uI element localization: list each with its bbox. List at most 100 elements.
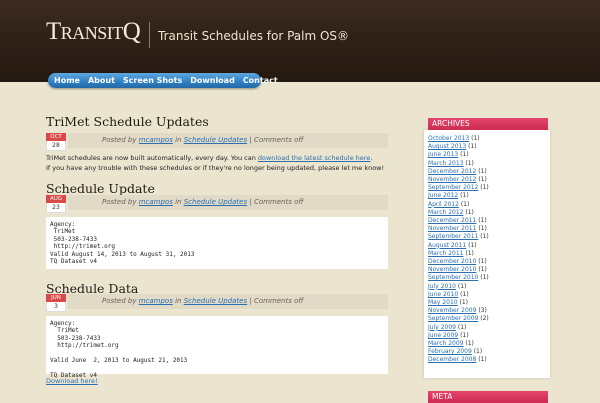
archive-month-link[interactable]: June 2009 xyxy=(428,332,458,339)
archive-month-link[interactable]: June 2010 xyxy=(428,291,458,298)
comments-status: Comments off xyxy=(253,198,304,206)
archive-item: April 2012 (1) xyxy=(428,201,548,209)
archive-month-link[interactable]: September 2009 xyxy=(428,315,478,322)
category-link[interactable]: Schedule Updates xyxy=(184,297,247,305)
archive-item: September 2012 (1) xyxy=(428,184,548,192)
archive-count: (1) xyxy=(460,290,469,298)
comments-status: Comments off xyxy=(253,297,304,305)
archive-month-link[interactable]: July 2009 xyxy=(428,324,456,331)
archive-month-link[interactable]: December 2011 xyxy=(428,217,476,224)
archive-count: (1) xyxy=(478,217,487,225)
nav-home[interactable]: Home xyxy=(54,76,80,85)
nav-about[interactable]: About xyxy=(88,76,115,85)
archive-count: (1) xyxy=(460,331,469,339)
post-title[interactable]: Schedule Update xyxy=(46,181,155,196)
archive-month-link[interactable]: April 2012 xyxy=(428,201,459,208)
archive-count: (1) xyxy=(478,167,487,175)
archive-item: December 2012 (1) xyxy=(428,168,548,176)
archive-item: August 2013 (1) xyxy=(428,143,548,151)
archive-item: June 2010 (1) xyxy=(428,291,548,299)
body-text: TriMet schedules are now built automatic… xyxy=(46,154,256,162)
site-tagline: Transit Schedules for Palm OS® xyxy=(158,29,350,43)
archives-heading: ARCHIVES xyxy=(428,118,548,130)
date-badge: JUN 3 xyxy=(46,294,66,312)
nav-contact[interactable]: Contact xyxy=(243,76,278,85)
archive-month-link[interactable]: November 2012 xyxy=(428,176,476,183)
archive-item: December 2011 (1) xyxy=(428,217,548,225)
archive-item: July 2010 (1) xyxy=(428,283,548,291)
archive-count: (1) xyxy=(471,135,480,142)
body-text: . xyxy=(370,154,373,162)
archive-month-link[interactable]: March 2011 xyxy=(428,250,463,257)
archive-month-link[interactable]: June 2013 xyxy=(428,151,458,158)
archive-month-link[interactable]: August 2011 xyxy=(428,242,466,249)
latest-schedule-link[interactable]: download the latest schedule here xyxy=(258,154,370,162)
archive-month-link[interactable]: November 2010 xyxy=(428,266,476,273)
archive-item: November 2009 (3) xyxy=(428,307,548,315)
archive-month-link[interactable]: May 2010 xyxy=(428,299,458,306)
archive-month-link[interactable]: March 2013 xyxy=(428,160,463,167)
post-title[interactable]: TriMet Schedule Updates xyxy=(46,114,209,129)
post-body-line: TriMet schedules are now built automatic… xyxy=(46,154,372,162)
author-link[interactable]: mcampos xyxy=(139,297,173,305)
nav-screen-shots[interactable]: Screen Shots xyxy=(123,76,182,85)
archive-count: (1) xyxy=(465,159,474,167)
archive-count: (1) xyxy=(480,274,489,282)
archive-month-link[interactable]: October 2013 xyxy=(428,135,469,142)
date-month: JUN xyxy=(46,294,66,302)
site-logo[interactable]: TransitQ xyxy=(46,18,141,46)
archive-month-link[interactable]: September 2010 xyxy=(428,274,478,281)
archive-item: December 2008 (1) xyxy=(428,356,548,364)
archive-count: (1) xyxy=(468,241,477,249)
archive-item: March 2009 (1) xyxy=(428,340,548,348)
date-day: 23 xyxy=(46,203,66,213)
archive-count: (2) xyxy=(480,315,489,323)
archive-item: June 2009 (1) xyxy=(428,332,548,340)
archive-item: May 2010 (1) xyxy=(428,299,548,307)
main-nav: Home About Screen Shots Download Contact xyxy=(48,73,278,88)
author-link[interactable]: mcampos xyxy=(139,198,173,206)
archive-count: (1) xyxy=(465,249,474,257)
posted-by-label: Posted by xyxy=(102,297,137,305)
archive-month-link[interactable]: December 2010 xyxy=(428,258,476,265)
archive-month-link[interactable]: July 2010 xyxy=(428,283,456,290)
archive-count: (1) xyxy=(478,258,487,266)
author-link[interactable]: mcampos xyxy=(139,136,173,144)
archive-month-link[interactable]: September 2011 xyxy=(428,233,478,240)
meta-heading: META xyxy=(428,391,548,403)
archive-month-link[interactable]: August 2013 xyxy=(428,143,466,150)
archive-month-link[interactable]: September 2012 xyxy=(428,184,478,191)
archive-count: (1) xyxy=(478,266,487,274)
post-meta: Posted by mcampos in Schedule Updates | … xyxy=(68,294,388,309)
archive-item: August 2011 (1) xyxy=(428,242,548,250)
posted-by-label: Posted by xyxy=(102,198,137,206)
date-day: 28 xyxy=(46,141,66,151)
archive-month-link[interactable]: February 2009 xyxy=(428,348,472,355)
archive-month-link[interactable]: June 2012 xyxy=(428,192,458,199)
date-badge: AUG 23 xyxy=(46,195,66,213)
archive-item: November 2010 (1) xyxy=(428,266,548,274)
archive-count: (1) xyxy=(480,184,489,192)
download-link[interactable]: Download here! xyxy=(46,377,98,385)
archive-month-link[interactable]: November 2011 xyxy=(428,225,476,232)
archive-month-link[interactable]: December 2008 xyxy=(428,356,476,363)
archive-month-link[interactable]: November 2009 xyxy=(428,307,476,314)
archive-count: (1) xyxy=(459,299,469,307)
category-link[interactable]: Schedule Updates xyxy=(184,198,247,206)
archive-count: (3) xyxy=(478,307,487,315)
category-link[interactable]: Schedule Updates xyxy=(184,136,247,144)
archive-count: (1) xyxy=(478,356,487,364)
archive-month-link[interactable]: March 2009 xyxy=(428,340,463,347)
nav-download[interactable]: Download xyxy=(190,76,235,85)
archive-month-link[interactable]: March 2012 xyxy=(428,209,463,216)
logo-divider xyxy=(149,22,150,48)
posted-by-label: Posted by xyxy=(102,136,137,144)
archive-count: (1) xyxy=(465,208,474,216)
schedule-code-block: Agency: TriMet 503-238-7433 http://trime… xyxy=(46,316,388,379)
date-month: AUG xyxy=(46,195,66,203)
archive-month-link[interactable]: December 2012 xyxy=(428,168,476,175)
archive-count: (1) xyxy=(457,282,467,290)
in-label: in xyxy=(175,297,182,305)
post-meta: Posted by mcampos in Schedule Updates | … xyxy=(68,195,388,210)
archive-count: (1) xyxy=(460,151,469,159)
